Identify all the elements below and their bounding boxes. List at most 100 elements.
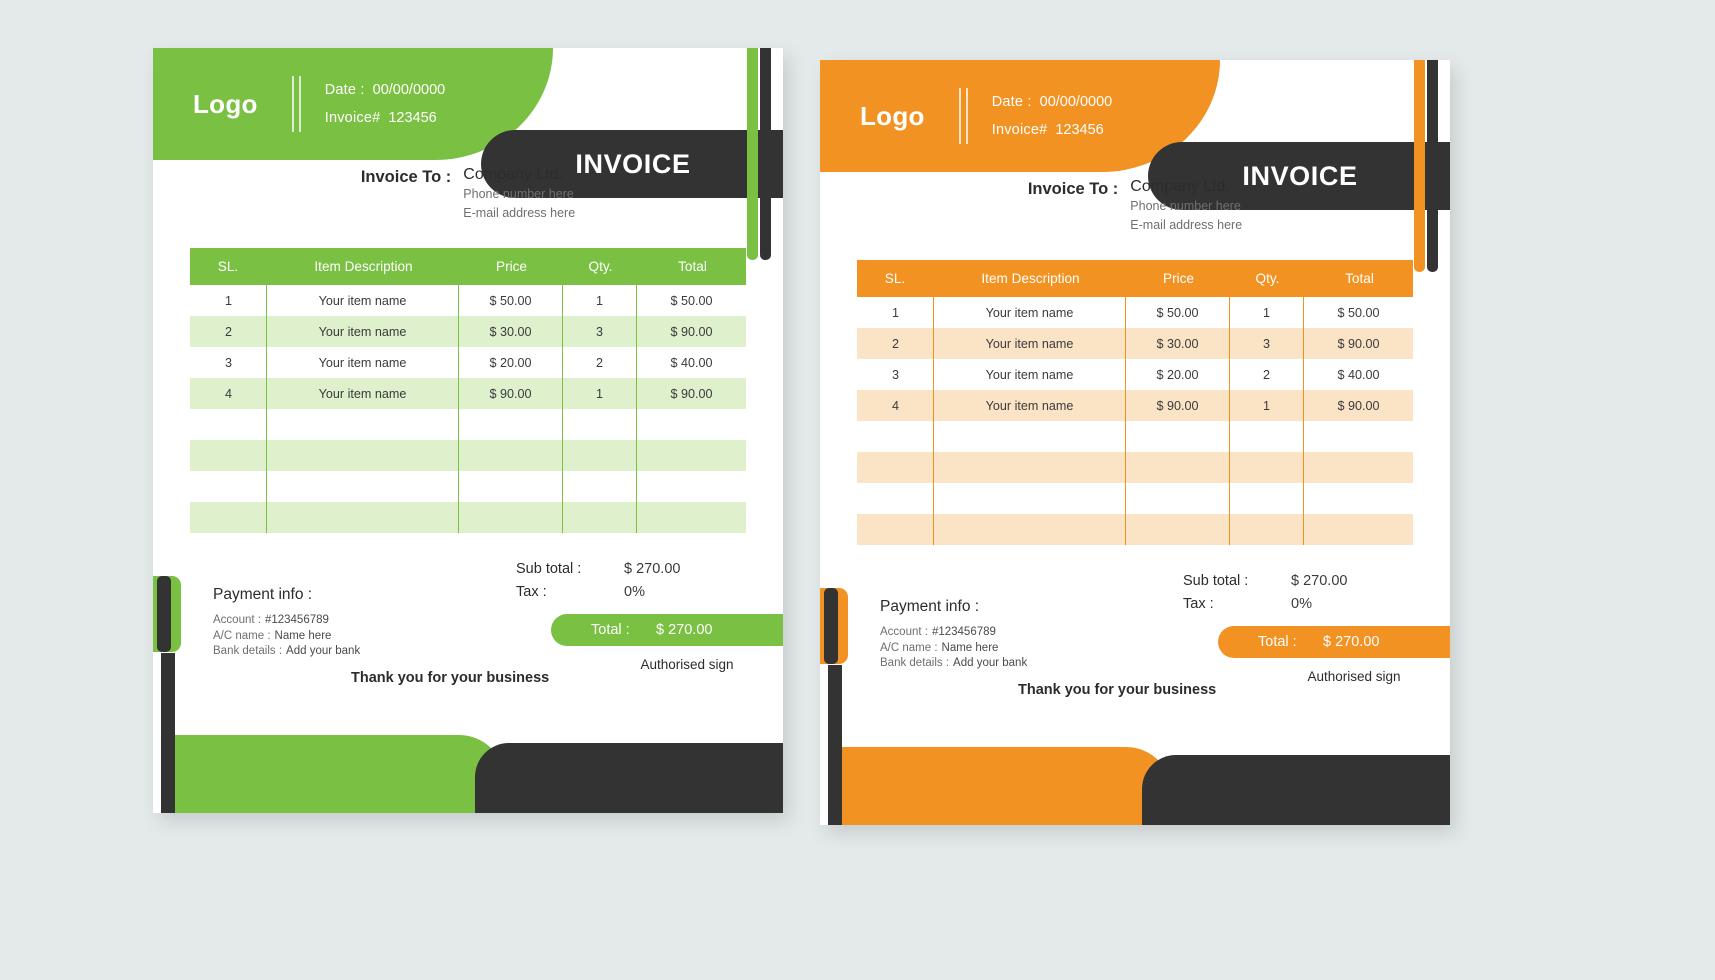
cell-price bbox=[458, 502, 562, 533]
invoice-to-block: Invoice To : Company Ltd. Phone number her… bbox=[820, 178, 1450, 234]
payment-account-label: Account : bbox=[880, 626, 928, 638]
cell-price bbox=[1125, 514, 1229, 545]
date-row: Date : 00/00/0000 bbox=[992, 88, 1112, 116]
authorised-sign-label: Authorised sign bbox=[1307, 669, 1401, 684]
left-accent-badge bbox=[820, 588, 848, 664]
date-value: 00/00/0000 bbox=[1039, 94, 1113, 110]
thank-you-text: Thank you for your business bbox=[351, 670, 550, 686]
cell-desc bbox=[266, 440, 458, 471]
cell-price bbox=[458, 471, 562, 502]
invoice-to-phone: Phone number here bbox=[1130, 199, 1241, 213]
cell-total: $ 50.00 bbox=[636, 285, 746, 316]
invoice-to-label: Invoice To : bbox=[1027, 180, 1119, 198]
cell-qty: 2 bbox=[1229, 359, 1303, 390]
cell-desc bbox=[933, 452, 1125, 483]
cell-price bbox=[1125, 483, 1229, 514]
header-meta: Date : 00/00/0000 Invoice# 123456 bbox=[992, 88, 1112, 144]
cell-qty bbox=[562, 409, 636, 440]
payment-bank-details-row: Bank details : Add your bank bbox=[213, 644, 360, 660]
invoice-card-orange: Logo Date :00/00/0000 Invoice# 123456 INVOIC… bbox=[820, 60, 1450, 825]
header-divider-icon bbox=[958, 88, 968, 144]
payment-ac-name-label: A/C name : bbox=[880, 641, 938, 654]
column-header-4: Total bbox=[636, 248, 746, 285]
right-dark-stripe bbox=[1427, 60, 1438, 272]
cell-qty bbox=[562, 471, 636, 502]
right-dark-stripe bbox=[760, 48, 771, 260]
logo-text: Logo bbox=[193, 88, 258, 119]
grand-total-label: Total : bbox=[1258, 634, 1297, 650]
footer-accent-shape bbox=[842, 747, 1172, 825]
cell-total: $ 40.00 bbox=[1303, 359, 1413, 390]
tax-label: Tax : bbox=[516, 584, 547, 600]
cell-total bbox=[636, 502, 746, 533]
cell-total bbox=[1303, 514, 1413, 545]
invoice-number-value: 123456 bbox=[388, 110, 437, 126]
table-row bbox=[857, 452, 1413, 483]
cell-qty bbox=[1229, 483, 1303, 514]
subtotal-row: Sub total : $ 270.00 bbox=[516, 558, 746, 581]
items-table: SL. Item Description Price Qty. Total 1 Your i… bbox=[190, 248, 746, 533]
cell-sl bbox=[857, 483, 933, 514]
table-row: 2 Your item name $ 30.00 3 $ 90.00 bbox=[857, 328, 1413, 359]
cell-price: $ 50.00 bbox=[458, 285, 562, 316]
footer-dark-shape bbox=[475, 743, 783, 813]
cell-qty: 3 bbox=[562, 316, 636, 347]
invoice-to-block: Invoice To : Company Ltd. Phone number her… bbox=[153, 166, 783, 222]
column-header-3: Qty. bbox=[562, 248, 636, 285]
logo-text: Logo bbox=[860, 100, 925, 131]
grand-total-value: $ 270.00 bbox=[656, 622, 713, 638]
cell-qty: 3 bbox=[1229, 328, 1303, 359]
table-row bbox=[190, 409, 746, 440]
cell-sl bbox=[190, 409, 266, 440]
invoice-to-label: Invoice To : bbox=[360, 168, 452, 186]
authorised-sign-block: Authorised sign bbox=[628, 644, 746, 672]
signature-line bbox=[628, 644, 740, 646]
subtotal-label: Sub total : bbox=[1183, 573, 1249, 589]
grand-total-label: Total : bbox=[591, 622, 630, 638]
table-row: 3 Your item name $ 20.00 2 $ 40.00 bbox=[190, 347, 746, 378]
cell-total bbox=[636, 440, 746, 471]
table-row bbox=[190, 471, 746, 502]
invoice-to-company: Company Ltd. bbox=[463, 166, 563, 183]
cell-sl bbox=[190, 502, 266, 533]
header-divider-icon bbox=[291, 76, 301, 132]
invoice-to-phone: Phone number here bbox=[463, 187, 574, 201]
invoice-number-label: Invoice# bbox=[991, 122, 1048, 138]
table-row: 4 Your item name $ 90.00 1 $ 90.00 bbox=[857, 390, 1413, 421]
payment-bank-details-label: Bank details : bbox=[213, 645, 283, 657]
payment-account-value: #123456789 bbox=[264, 614, 329, 626]
cell-total: $ 90.00 bbox=[636, 316, 746, 347]
cell-desc: Your item name bbox=[933, 359, 1125, 390]
payment-bank-details-row: Bank details : Add your bank bbox=[880, 656, 1027, 672]
invoice-to-email: E-mail address here bbox=[463, 206, 576, 220]
table-row: 4 Your item name $ 90.00 1 $ 90.00 bbox=[190, 378, 746, 409]
cell-price bbox=[458, 440, 562, 471]
footer-accent-shape bbox=[175, 735, 505, 813]
table-row bbox=[190, 502, 746, 533]
cell-sl: 2 bbox=[891, 336, 899, 351]
tax-value: 0% bbox=[624, 584, 645, 600]
cell-total: $ 50.00 bbox=[1303, 297, 1413, 328]
cell-sl: 1 bbox=[891, 305, 899, 320]
payment-account-value: #123456789 bbox=[931, 626, 996, 638]
cell-sl bbox=[857, 421, 933, 452]
payment-ac-name-row: A/C name : Name here bbox=[880, 641, 1027, 657]
payment-info-block: Payment info : Account : #123456789 A/C nam… bbox=[880, 598, 1027, 672]
cell-sl bbox=[190, 471, 266, 502]
cell-desc: Your item name bbox=[266, 347, 458, 378]
thank-you-text: Thank you for your business bbox=[1018, 682, 1217, 698]
table-row bbox=[857, 483, 1413, 514]
cell-total bbox=[1303, 452, 1413, 483]
invoice-number-row: Invoice# 123456 bbox=[992, 116, 1112, 144]
invoice-to-company: Company Ltd. bbox=[1130, 178, 1230, 195]
tax-row: Tax : 0% bbox=[1183, 593, 1413, 616]
payment-ac-name-value: Name here bbox=[274, 629, 332, 642]
footer-dark-shape bbox=[1142, 755, 1450, 825]
payment-account-row: Account : #123456789 bbox=[880, 625, 1027, 641]
table-row bbox=[190, 440, 746, 471]
date-label: Date : bbox=[324, 82, 365, 98]
cell-price bbox=[458, 409, 562, 440]
cell-desc: Your item name bbox=[933, 390, 1125, 421]
cell-price: $ 90.00 bbox=[458, 378, 562, 409]
payment-info-title: Payment info : bbox=[213, 586, 313, 603]
